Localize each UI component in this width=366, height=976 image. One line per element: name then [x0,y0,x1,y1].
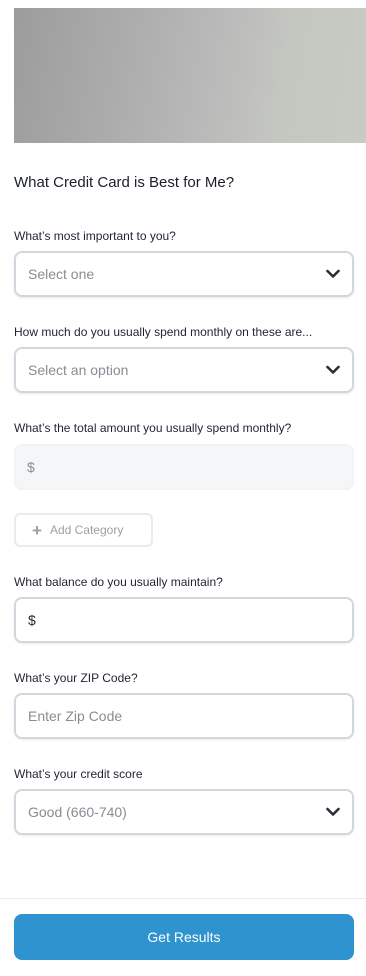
total-monthly-spend-input-value: $ [27,459,35,475]
chevron-down-icon [326,807,340,816]
credit-card-quiz-page: What Credit Card is Best for Me? What’s … [0,0,366,976]
monthly-category-spend-select[interactable]: Select an option [14,347,354,393]
footer-divider [0,898,366,899]
importance-label: What’s most important to you? [14,229,176,243]
balance-input-value: $ [28,612,36,628]
importance-select[interactable]: Select one [14,251,354,297]
chevron-down-icon [326,365,340,374]
total-monthly-spend-input[interactable]: $ [14,444,354,490]
credit-score-label: What’s your credit score [14,767,143,781]
add-category-label: Add Category [49,523,124,537]
hero-image [14,8,366,143]
chevron-down-icon [326,269,340,278]
plus-icon: + [32,520,42,540]
credit-score-select[interactable]: Good (660-740) [14,789,354,835]
credit-score-select-value: Good (660-740) [28,804,127,820]
importance-select-value: Select one [28,266,95,282]
zip-code-label: What’s your ZIP Code? [14,671,138,685]
total-monthly-spend-label: What’s the total amount you usually spen… [14,421,292,435]
balance-label: What balance do you usually maintain? [14,575,223,589]
get-results-button[interactable]: Get Results [14,914,354,960]
monthly-category-spend-label: How much do you usually spend monthly on… [14,325,313,339]
page-title: What Credit Card is Best for Me? [14,174,235,191]
zip-code-input[interactable]: Enter Zip Code [14,693,354,739]
balance-input[interactable]: $ [14,597,354,643]
add-category-button[interactable]: + Add Category [14,513,153,547]
monthly-category-spend-select-value: Select an option [28,362,129,378]
zip-code-input-value: Enter Zip Code [28,708,123,724]
